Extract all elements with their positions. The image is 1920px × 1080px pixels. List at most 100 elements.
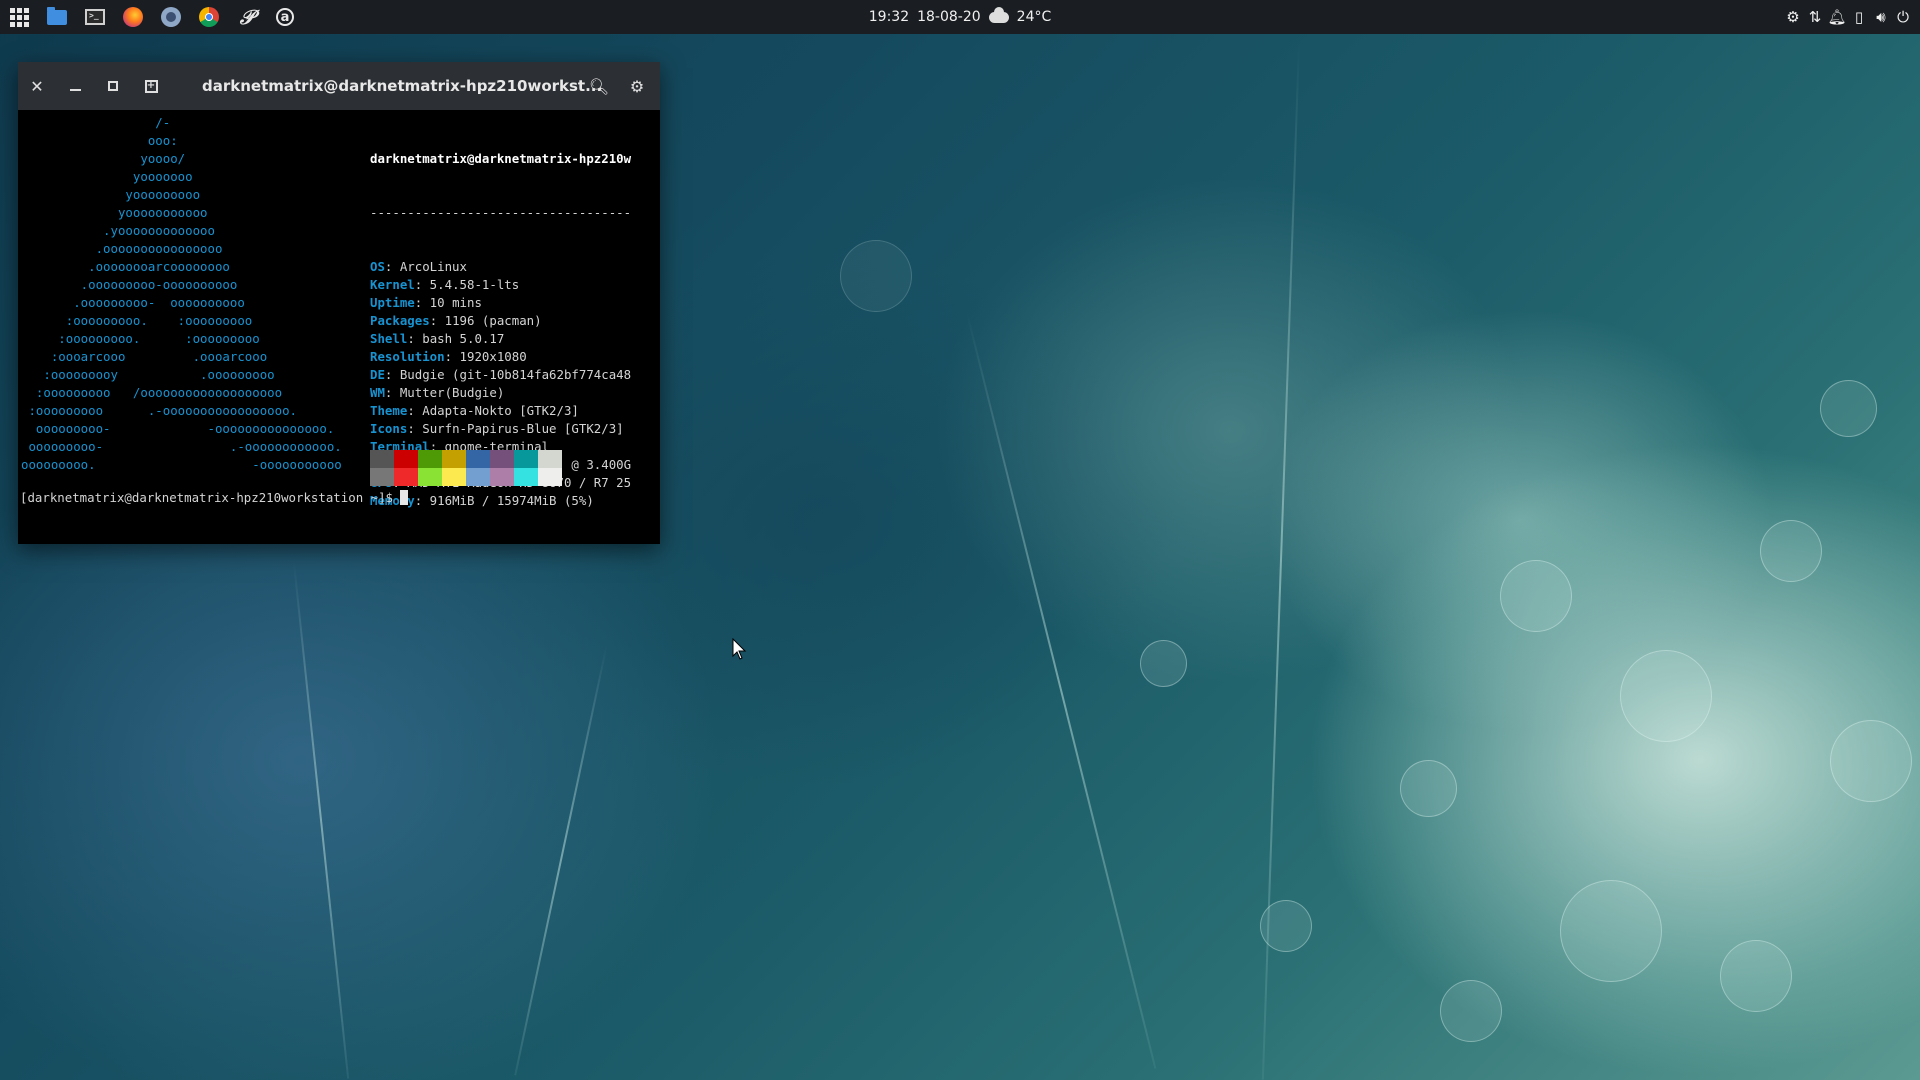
bokeh-circle	[1260, 900, 1312, 952]
minimize-button[interactable]	[56, 62, 94, 110]
neofetch-value: : Budgie (git-10b814fa62bf774ca48	[384, 367, 632, 382]
cloud-icon[interactable]	[988, 6, 1009, 23]
neofetch-row: DE: Budgie (git-10b814fa62bf774ca48	[370, 366, 631, 384]
battery-icon[interactable]: ▯	[1848, 0, 1870, 34]
system-tray: ⚙ ⇅ 🔔︎ ▯ 🔊︎ ⏻	[1782, 0, 1914, 34]
neofetch-value: : Adapta-Nokto [GTK2/3]	[407, 403, 579, 418]
arcolinux-icon[interactable]: a	[266, 0, 304, 34]
neofetch-value: : 5.4.58-1-lts	[414, 277, 520, 292]
neofetch-row: Icons: Surfn-Papirus-Blue [GTK2/3]	[370, 420, 631, 438]
neofetch-value: : bash 5.0.17	[407, 331, 505, 346]
weather-temperature[interactable]: 24°C	[1017, 9, 1052, 25]
maximize-button[interactable]	[94, 62, 132, 110]
neofetch-key: Uptime	[370, 295, 415, 310]
shell-prompt[interactable]: [darknetmatrix@darknetmatrix-hpz210works…	[20, 490, 409, 505]
ascii-line: /-	[21, 115, 171, 130]
neofetch-key: OS	[370, 259, 385, 274]
network-transfer-icon[interactable]: ⇅	[1804, 0, 1826, 34]
neofetch-value: : 10 mins	[414, 295, 482, 310]
ascii-line: :ooooooooo. :ooooooooo	[21, 331, 260, 346]
clock-time[interactable]: 19:32	[869, 9, 909, 25]
settings-icon[interactable]: ⚙	[1782, 0, 1804, 34]
terminal-titlebar[interactable]: ✕ + darknetmatrix@darknetmatrix-hpz210wo…	[18, 62, 660, 110]
neofetch-row: Uptime: 10 mins	[370, 294, 631, 312]
neofetch-row: WM: Mutter(Budgie)	[370, 384, 631, 402]
apps-grid-icon[interactable]	[0, 0, 38, 34]
close-button[interactable]: ✕	[18, 62, 56, 110]
neofetch-key: DE	[370, 367, 385, 382]
neofetch-value: : 1920x1080	[444, 349, 527, 364]
neofetch-value: : ArcoLinux	[384, 259, 467, 274]
neofetch-key: Shell	[370, 331, 408, 346]
palette-swatch	[514, 468, 538, 486]
terminal-window: ✕ + darknetmatrix@darknetmatrix-hpz210wo…	[18, 62, 660, 544]
ascii-line: :ooooooooo. :ooooooooo	[21, 313, 253, 328]
ascii-line: ooo:	[21, 133, 178, 148]
ascii-line: ooooooooo- .-oooooooooooo.	[21, 439, 342, 454]
ascii-line: yooooooo	[21, 169, 193, 184]
new-tab-icon: +	[144, 79, 158, 93]
volume-icon[interactable]: 🔊︎	[1870, 0, 1892, 34]
neofetch-key: Packages	[370, 313, 430, 328]
neofetch-key: Icons	[370, 421, 408, 436]
palette-swatch	[394, 468, 418, 486]
neofetch-key: Resolution	[370, 349, 445, 364]
files-icon[interactable]	[38, 0, 76, 34]
neofetch-key: Kernel	[370, 277, 415, 292]
ascii-line: .ooooooooo-oooooooooo	[21, 277, 238, 292]
launcher-bar: >_ 𝒫 a	[0, 0, 304, 34]
settings-button[interactable]: ⚙	[618, 62, 656, 110]
ascii-line: yooooooooo	[21, 187, 201, 202]
search-button[interactable]: 🔍︎	[580, 62, 618, 110]
text-cursor	[400, 490, 409, 505]
palette-swatch	[370, 468, 394, 486]
maximize-icon	[108, 81, 118, 91]
ascii-line: .ooooooooo- oooooooooo	[21, 295, 245, 310]
terminal-content[interactable]: /- ooo: yoooo/ yooooooo yooooooooo yoooo…	[18, 110, 660, 544]
ascii-line: .yooooooooooooo	[21, 223, 215, 238]
ascii-line: :ooooooooo .-ooooooooooooooooo.	[21, 403, 298, 418]
plant-stem	[292, 561, 350, 1079]
palette-swatch	[490, 450, 514, 468]
bokeh-circle	[840, 240, 912, 312]
color-palette	[370, 450, 562, 486]
window-title: darknetmatrix@darknetmatrix-hpz210workst…	[202, 77, 603, 95]
neofetch-row: Kernel: 5.4.58-1-lts	[370, 276, 631, 294]
pen-icon[interactable]: 𝒫	[228, 0, 266, 34]
chrome-icon[interactable]	[190, 0, 228, 34]
new-tab-button[interactable]: +	[132, 62, 170, 110]
firefox-icon[interactable]	[114, 0, 152, 34]
prompt-text: [darknetmatrix@darknetmatrix-hpz210works…	[20, 490, 401, 505]
bokeh-circle	[1440, 980, 1502, 1042]
bokeh-circle	[1400, 760, 1457, 817]
neofetch-row: Shell: bash 5.0.17	[370, 330, 631, 348]
bokeh-circle	[1620, 650, 1712, 742]
pidgin-icon[interactable]	[152, 0, 190, 34]
ascii-line: :oooarcooo .oooarcooo	[21, 349, 268, 364]
neofetch-header: darknetmatrix@darknetmatrix-hpz210w	[370, 151, 632, 166]
bokeh-circle	[1820, 380, 1877, 437]
palette-swatch	[442, 450, 466, 468]
neofetch-key: WM	[370, 385, 385, 400]
ascii-line: ooooooooo. -ooooooooooo	[21, 457, 342, 472]
plant-stem	[514, 644, 608, 1076]
neofetch-row: Resolution: 1920x1080	[370, 348, 631, 366]
terminal-icon[interactable]: >_	[76, 0, 114, 34]
palette-swatch	[418, 468, 442, 486]
ascii-line: yooooooooooo	[21, 205, 208, 220]
neofetch-ascii-logo: /- ooo: yoooo/ yooooooo yooooooooo yoooo…	[21, 114, 342, 474]
clock-date[interactable]: 18-08-20	[917, 9, 981, 25]
neofetch-row: Memory: 916MiB / 15974MiB (5%)	[370, 492, 631, 510]
ascii-line: :ooooooooo /ooooooooooooooooooo	[21, 385, 283, 400]
bokeh-circle	[1830, 720, 1912, 802]
power-icon[interactable]: ⏻	[1892, 0, 1914, 34]
bokeh-circle	[1760, 520, 1822, 582]
notification-bell-icon[interactable]: 🔔︎	[1826, 0, 1848, 34]
ascii-line: ooooooooo- -ooooooooooooooo.	[21, 421, 335, 436]
palette-swatch	[394, 450, 418, 468]
palette-swatch	[538, 468, 562, 486]
minimize-icon	[69, 89, 81, 91]
palette-swatch	[490, 468, 514, 486]
ascii-line: yoooo/	[21, 151, 186, 166]
ascii-line: .oooooooarcoooooooo	[21, 259, 230, 274]
